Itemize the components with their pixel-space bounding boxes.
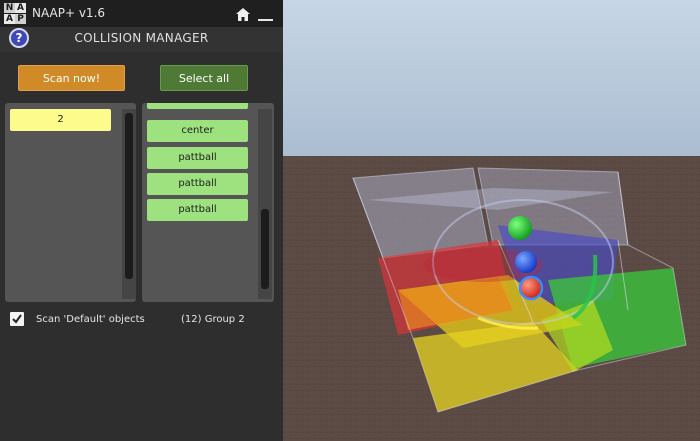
object-list-item[interactable]: center (147, 120, 248, 142)
group-count-label: (12) Group 2 (181, 314, 245, 325)
scan-default-checkbox[interactable] (10, 312, 24, 326)
red-ball-selected[interactable] (518, 275, 544, 301)
scan-default-label: Scan 'Default' objects (36, 314, 145, 325)
object-list-item[interactable]: pattball (147, 147, 248, 169)
objects-scrollbar-thumb[interactable] (261, 209, 269, 289)
blue-ball[interactable] (515, 251, 537, 273)
home-icon[interactable] (236, 8, 250, 21)
groups-scrollbar-track[interactable] (122, 109, 136, 299)
app-root: N A A P NAAP+ v1.6 ? COLLISION MANAGER S… (0, 0, 700, 441)
group-list-item[interactable]: 2 (10, 109, 111, 131)
minimize-icon[interactable] (258, 19, 273, 21)
green-ball[interactable] (508, 216, 532, 240)
3d-viewport[interactable] (283, 0, 700, 441)
sky (283, 0, 700, 162)
logo-letter-n: N (4, 3, 15, 13)
collision-manager-panel: N A A P NAAP+ v1.6 ? COLLISION MANAGER S… (0, 0, 283, 441)
plugin-titlebar: N A A P NAAP+ v1.6 (0, 0, 283, 27)
object-list-item[interactable] (147, 103, 248, 109)
groups-list: 2 (5, 103, 136, 302)
naap-logo: N A A P (4, 3, 26, 24)
logo-letter-p: P (15, 14, 26, 24)
app-title: NAAP+ v1.6 (32, 6, 106, 20)
select-all-button[interactable]: Select all (160, 65, 248, 91)
logo-letter-a2: A (4, 14, 15, 24)
object-list-item[interactable]: pattball (147, 199, 248, 221)
scan-now-button[interactable]: Scan now! (18, 65, 125, 91)
logo-letter-a1: A (15, 3, 26, 13)
object-list-item[interactable]: pattball (147, 173, 248, 195)
panel-title: COLLISION MANAGER (74, 31, 209, 45)
groups-scrollbar-thumb[interactable] (125, 113, 133, 279)
objects-list: center pattball pattball pattball (142, 103, 274, 302)
objects-scrollbar-track[interactable] (258, 109, 272, 299)
